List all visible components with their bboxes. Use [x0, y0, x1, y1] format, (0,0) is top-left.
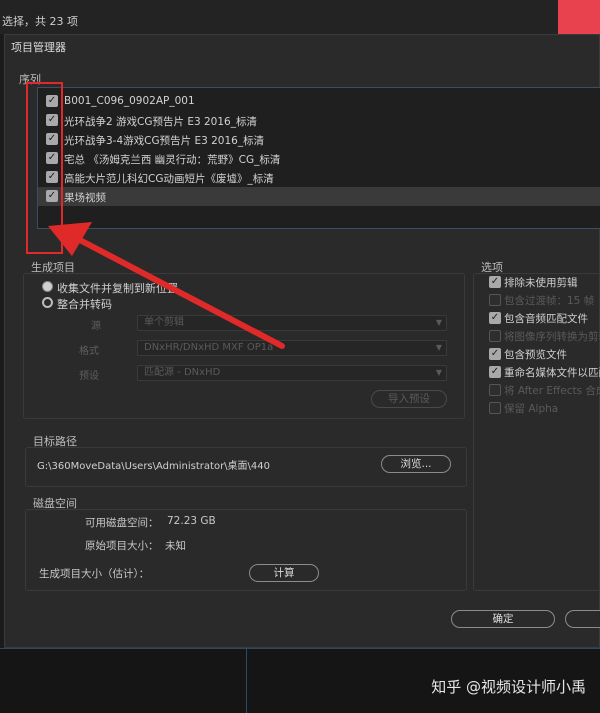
watermark-text: 知乎 @视频设计师小禹	[431, 678, 586, 696]
annotation-arrow-icon	[48, 222, 285, 349]
timeline-divider	[0, 648, 600, 649]
timeline-divider	[246, 648, 247, 713]
